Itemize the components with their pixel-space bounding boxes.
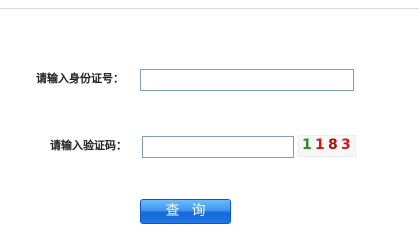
id-number-input[interactable] bbox=[140, 69, 354, 91]
top-divider bbox=[0, 8, 419, 9]
query-button[interactable]: 查询 bbox=[140, 199, 231, 224]
verification-code-label: 请输入验证码： bbox=[50, 139, 127, 152]
verification-code-input[interactable] bbox=[142, 136, 294, 158]
captcha-digit: 1 bbox=[315, 137, 325, 153]
captcha-digit: 8 bbox=[328, 137, 338, 153]
query-page: 请输入身份证号： 请输入验证码： 1 1 8 3 查询 bbox=[0, 0, 419, 251]
captcha-image[interactable]: 1 1 8 3 bbox=[298, 135, 356, 157]
captcha-digit: 1 bbox=[302, 137, 312, 153]
id-number-label: 请输入身份证号： bbox=[36, 72, 124, 85]
captcha-digit: 3 bbox=[341, 137, 351, 153]
